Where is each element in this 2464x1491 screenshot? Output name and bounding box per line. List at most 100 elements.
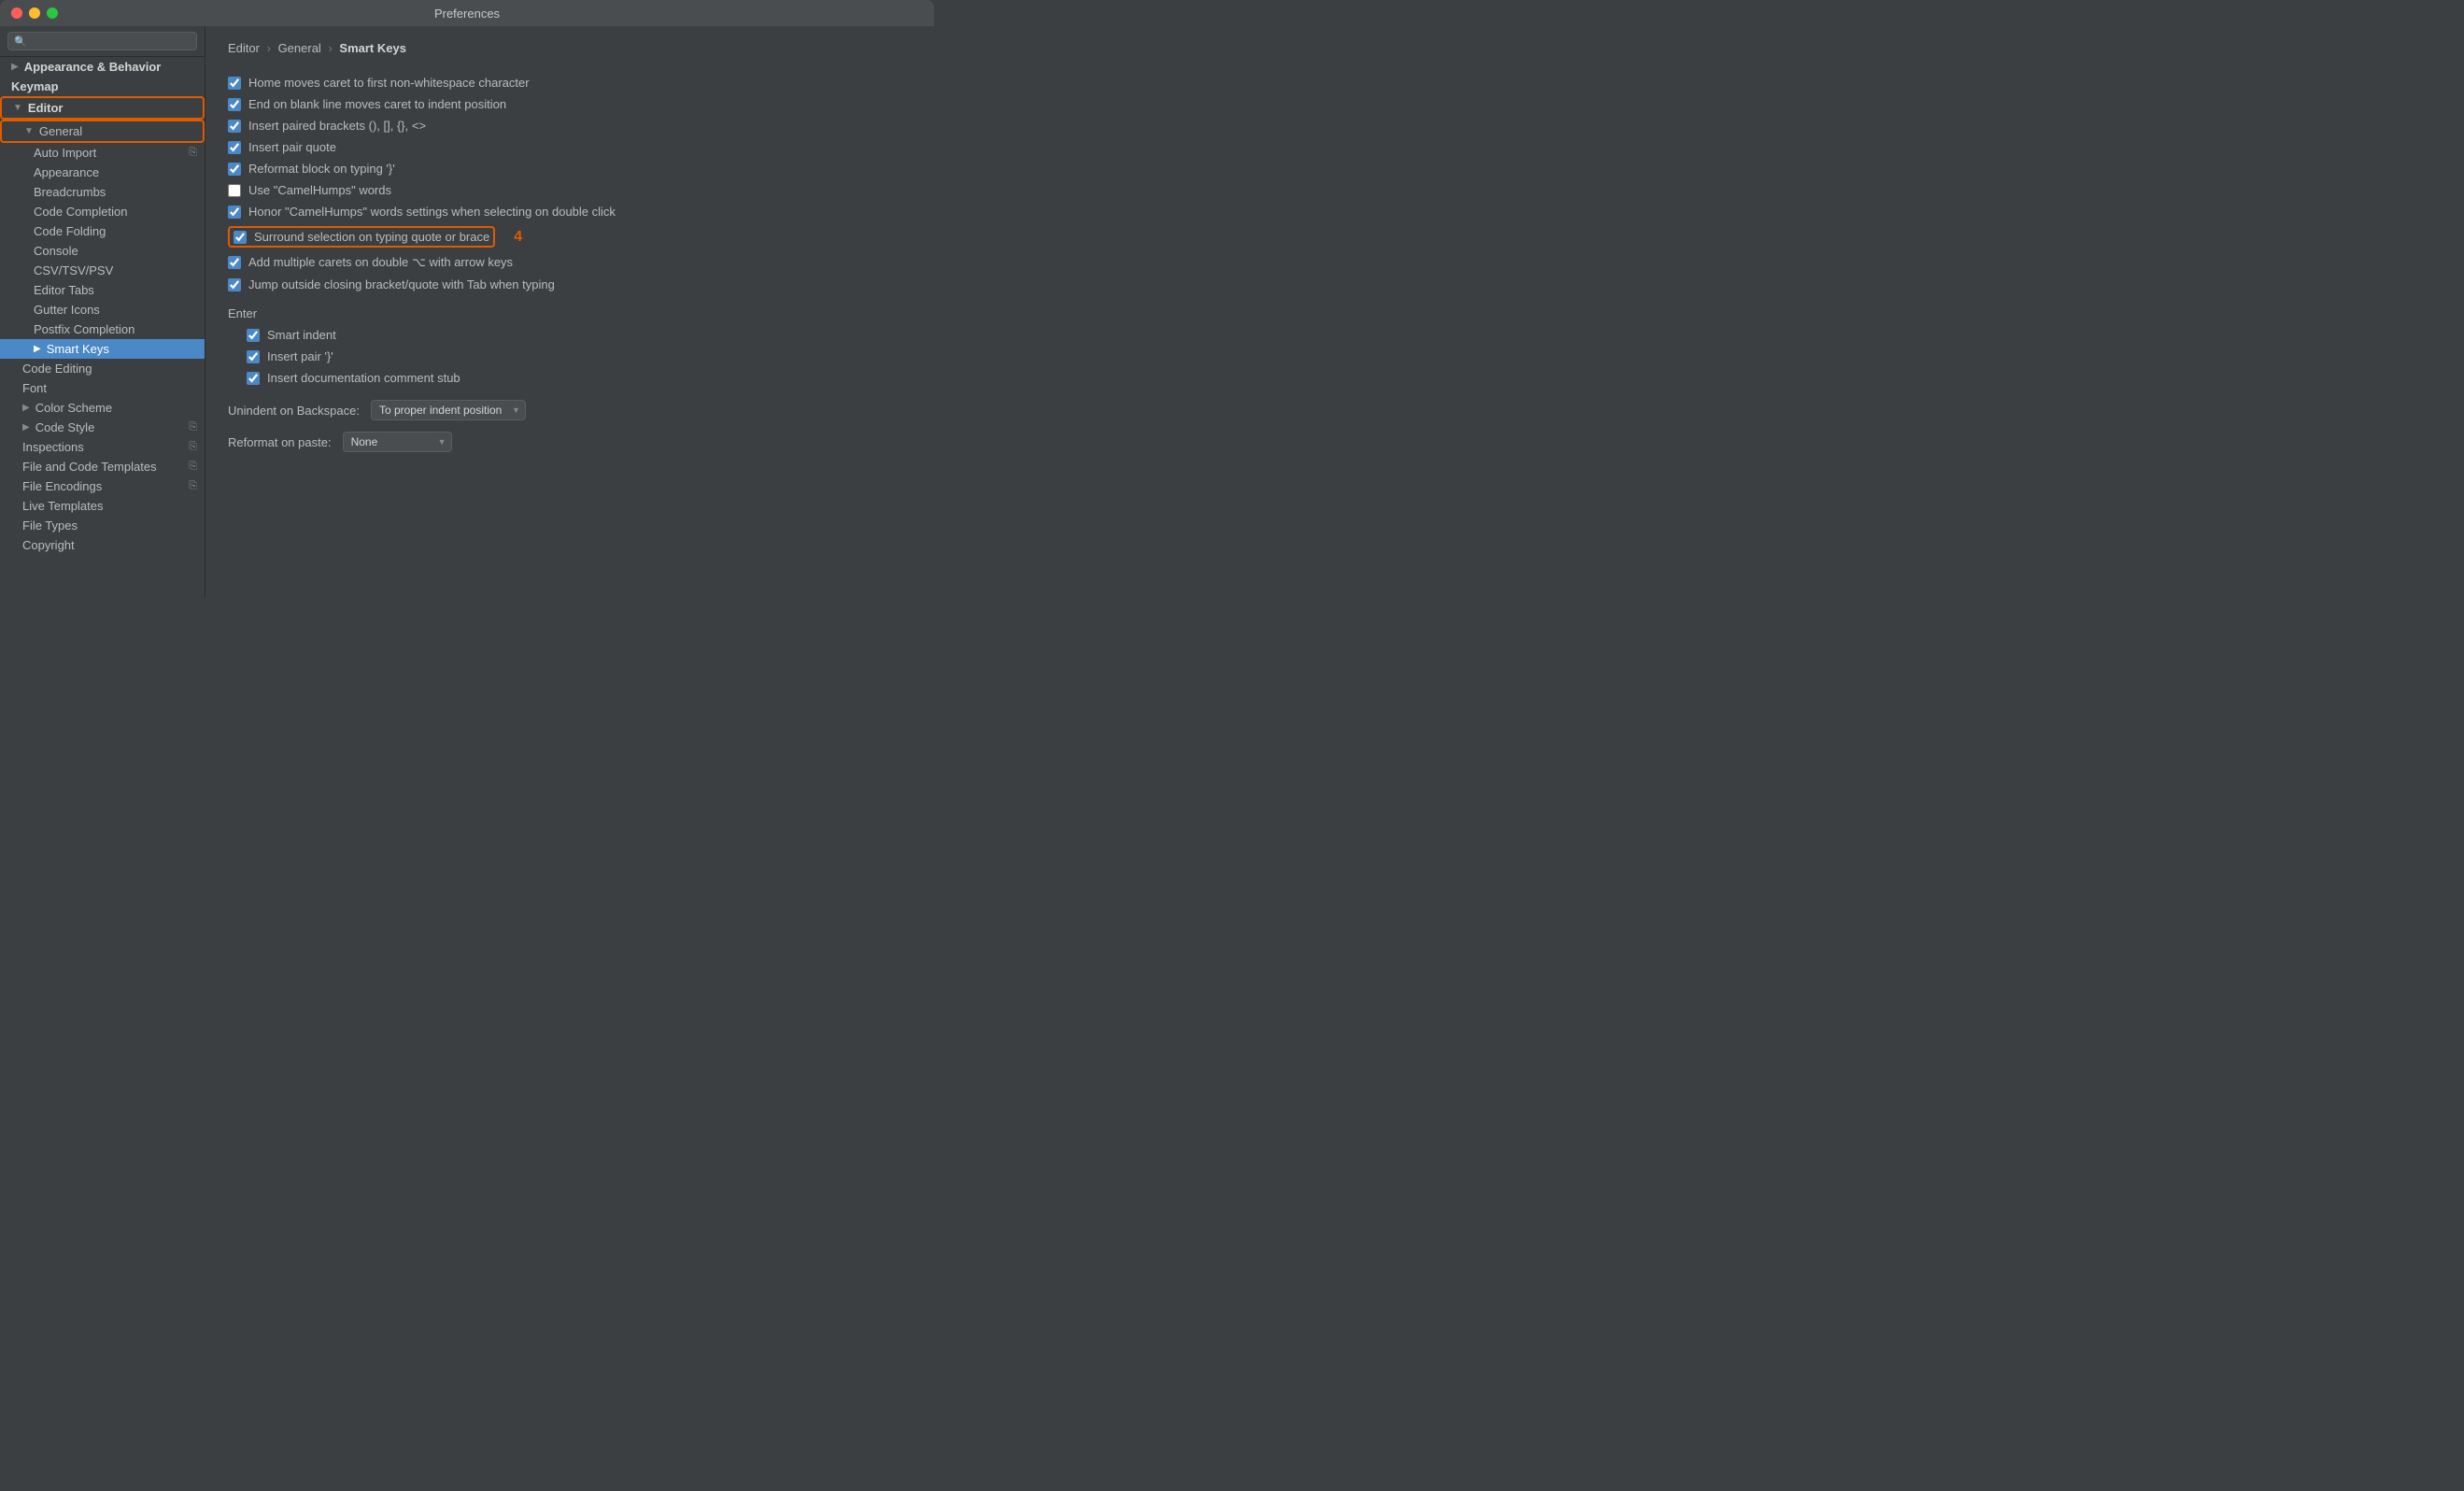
unindent-backspace-dropdown-wrap: To proper indent position Each time None	[371, 400, 526, 420]
sidebar-item-console[interactable]: Console	[0, 241, 205, 261]
sidebar-item-editor[interactable]: ▼ Editor	[0, 96, 205, 120]
checkbox-home-moves-caret-input[interactable]	[228, 77, 241, 90]
sidebar-item-label: Inspections	[22, 440, 84, 454]
search-icon: 🔍	[14, 36, 27, 48]
checkbox-insert-doc-comment-input[interactable]	[247, 372, 260, 385]
arrow-icon: ▶	[11, 62, 19, 72]
checkbox-smart-indent-label: Smart indent	[267, 328, 336, 342]
maximize-button[interactable]	[47, 7, 58, 19]
checkbox-honor-camel-humps: Honor "CamelHumps" words settings when s…	[228, 201, 912, 222]
titlebar: Preferences	[0, 0, 934, 26]
checkbox-reformat-block-label: Reformat block on typing '}'	[248, 162, 395, 176]
checkbox-surround-selection-row: Surround selection on typing quote or br…	[228, 222, 912, 251]
checkbox-insert-pair-quote-label: Insert pair quote	[248, 140, 336, 154]
sidebar-item-auto-import[interactable]: Auto Import ⎘	[0, 143, 205, 163]
sidebar-item-keymap[interactable]: Keymap	[0, 77, 205, 96]
minimize-button[interactable]	[29, 7, 40, 19]
reformat-paste-dropdown[interactable]: None Reformat Block Reformat File	[343, 432, 452, 452]
sidebar-item-font[interactable]: Font	[0, 378, 205, 398]
sidebar-item-label: Smart Keys	[47, 342, 109, 356]
settings-icon: ⎘	[189, 421, 197, 433]
checkbox-insert-paired-brackets-input[interactable]	[228, 120, 241, 133]
settings-icon: ⎘	[189, 147, 197, 159]
checkbox-smart-indent-input[interactable]	[247, 329, 260, 342]
arrow-icon: ▶	[34, 344, 41, 354]
sidebar-item-label: Keymap	[11, 79, 59, 93]
surround-selection-highlighted: Surround selection on typing quote or br…	[228, 226, 495, 248]
sidebar-item-appearance-behavior[interactable]: ▶ Appearance & Behavior	[0, 57, 205, 77]
checkbox-insert-pair-brace-input[interactable]	[247, 350, 260, 363]
breadcrumb-general: General	[278, 41, 321, 55]
checkbox-honor-camel-humps-label: Honor "CamelHumps" words settings when s…	[248, 205, 616, 219]
sidebar-item-postfix-completion[interactable]: Postfix Completion	[0, 320, 205, 339]
annotation-4: 4	[514, 229, 522, 246]
sidebar-item-appearance[interactable]: Appearance	[0, 163, 205, 182]
sidebar-item-label: Font	[22, 381, 47, 395]
sidebar-item-copyright[interactable]: Copyright	[0, 535, 205, 555]
checkbox-reformat-block: Reformat block on typing '}'	[228, 158, 912, 179]
checkbox-surround-selection-input[interactable]	[234, 231, 247, 244]
search-wrap[interactable]: 🔍	[7, 32, 197, 50]
window-title: Preferences	[434, 7, 500, 21]
checkbox-add-multiple-carets: Add multiple carets on double ⌥ with arr…	[228, 251, 912, 274]
unindent-backspace-row: Unindent on Backspace: To proper indent …	[228, 400, 912, 420]
checkbox-insert-doc-comment: Insert documentation comment stub	[247, 367, 912, 389]
sidebar-item-code-folding[interactable]: Code Folding	[0, 221, 205, 241]
breadcrumb: Editor › General › Smart Keys	[228, 41, 912, 55]
breadcrumb-editor: Editor	[228, 41, 260, 55]
checkbox-insert-pair-brace-label: Insert pair '}'	[267, 349, 333, 363]
search-bar: 🔍	[0, 26, 205, 57]
editor-section: ▼ Editor 1	[0, 96, 205, 120]
sidebar-item-label: Gutter Icons	[34, 303, 100, 317]
sidebar-item-gutter-icons[interactable]: Gutter Icons	[0, 300, 205, 320]
search-input[interactable]	[31, 35, 191, 48]
sidebar-item-color-scheme[interactable]: ▶ Color Scheme	[0, 398, 205, 418]
sidebar-item-code-completion[interactable]: Code Completion	[0, 202, 205, 221]
checkbox-jump-outside-input[interactable]	[228, 278, 241, 291]
sidebar-item-code-style[interactable]: ▶ Code Style ⎘	[0, 418, 205, 437]
sidebar-item-inspections[interactable]: Inspections ⎘	[0, 437, 205, 457]
sidebar-item-live-templates[interactable]: Live Templates	[0, 496, 205, 516]
sidebar-item-label: Postfix Completion	[34, 322, 135, 336]
sidebar-item-csv-tsv-psv[interactable]: CSV/TSV/PSV	[0, 261, 205, 280]
arrow-icon: ▼	[13, 103, 22, 113]
checkbox-insert-pair-brace: Insert pair '}'	[247, 346, 912, 367]
traffic-lights	[11, 7, 58, 19]
checkbox-honor-camel-humps-input[interactable]	[228, 206, 241, 219]
checkbox-use-camel-humps-input[interactable]	[228, 184, 241, 197]
reformat-paste-label: Reformat on paste:	[228, 435, 332, 449]
breadcrumb-sep2: ›	[328, 41, 332, 55]
sidebar-item-general[interactable]: ▼ General	[0, 120, 205, 143]
arrow-icon: ▶	[22, 403, 30, 413]
sidebar-item-breadcrumbs[interactable]: Breadcrumbs	[0, 182, 205, 202]
sidebar-item-label: Auto Import	[34, 146, 96, 160]
sidebar-item-file-types[interactable]: File Types	[0, 516, 205, 535]
sidebar-item-file-encodings[interactable]: File Encodings ⎘	[0, 476, 205, 496]
sidebar-item-editor-tabs[interactable]: Editor Tabs	[0, 280, 205, 300]
sidebar-item-file-code-templates[interactable]: File and Code Templates ⎘	[0, 457, 205, 476]
checkbox-add-multiple-carets-input[interactable]	[228, 256, 241, 269]
checkbox-jump-outside: Jump outside closing bracket/quote with …	[228, 274, 912, 295]
reformat-paste-dropdown-wrap: None Reformat Block Reformat File	[343, 432, 452, 452]
checkbox-insert-pair-quote-input[interactable]	[228, 141, 241, 154]
arrow-icon: ▶	[22, 422, 30, 433]
close-button[interactable]	[11, 7, 22, 19]
checkbox-reformat-block-input[interactable]	[228, 163, 241, 176]
checkbox-end-blank-line-label: End on blank line moves caret to indent …	[248, 97, 506, 111]
sidebar-item-smart-keys[interactable]: ▶ Smart Keys	[0, 339, 205, 359]
checkbox-use-camel-humps: Use "CamelHumps" words	[228, 179, 912, 201]
breadcrumb-sep1: ›	[267, 41, 271, 55]
checkbox-insert-doc-comment-label: Insert documentation comment stub	[267, 371, 460, 385]
sidebar-item-label: Code Style	[35, 420, 95, 434]
checkbox-end-blank-line-input[interactable]	[228, 98, 241, 111]
unindent-backspace-dropdown[interactable]: To proper indent position Each time None	[371, 400, 526, 420]
sidebar-item-label: Breadcrumbs	[34, 185, 106, 199]
sidebar-item-code-editing[interactable]: Code Editing	[0, 359, 205, 378]
sidebar: 🔍 ▶ Appearance & Behavior Keymap ▼ Edito…	[0, 26, 205, 598]
checkbox-home-moves-caret: Home moves caret to first non-whitespace…	[228, 72, 912, 93]
checkbox-add-multiple-carets-label: Add multiple carets on double ⌥ with arr…	[248, 255, 513, 270]
sidebar-item-label: Appearance	[34, 165, 99, 179]
breadcrumb-current: Smart Keys	[339, 41, 406, 55]
sidebar-item-label: General	[39, 124, 82, 138]
checkbox-smart-indent: Smart indent	[247, 324, 912, 346]
